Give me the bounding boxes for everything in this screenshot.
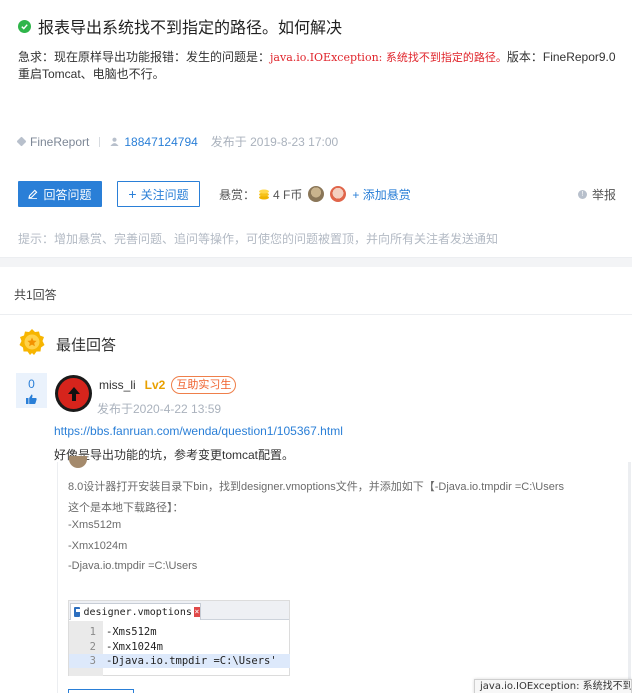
code-text: -Xmx1024m <box>106 641 163 653</box>
editor-tab: designer.vmoptions × <box>70 603 201 620</box>
code-line: 2 -Xmx1024m <box>69 640 290 654</box>
question-header: 报表导出系统找不到指定的路径。如何解决 <box>18 14 342 38</box>
vote-count: 0 <box>28 377 35 391</box>
answer-question-button[interactable]: 回答问题 <box>18 181 102 207</box>
line-number: 1 <box>89 626 96 638</box>
coin-stack-icon <box>259 189 270 199</box>
vote-box[interactable]: 0 <box>16 373 47 408</box>
divider-line <box>0 314 632 315</box>
quoted-button-partial[interactable] <box>68 689 134 693</box>
role-badge: 互助实习生 <box>171 376 237 394</box>
save-file-icon <box>74 607 81 617</box>
arrow-up-icon <box>67 386 80 401</box>
quoted-line: -Xms512m <box>68 519 122 531</box>
best-answer-label: 最佳回答 <box>56 336 117 354</box>
question-title: 报表导出系统找不到指定的路径。如何解决 <box>38 20 343 37</box>
level-badge: Lv2 <box>144 378 166 392</box>
bounty-prefix: 悬赏： <box>219 187 256 202</box>
bounty-user-avatar[interactable] <box>308 186 325 202</box>
quoted-line: -Djava.io.tmpdir =C:\Users <box>68 560 198 572</box>
bounty-user-avatar[interactable] <box>330 186 347 202</box>
editor-tab-label: designer.vmoptions <box>83 606 192 618</box>
answer-link[interactable]: https://bbs.fanruan.com/wenda/question1/… <box>54 424 343 438</box>
bounty-amount: 4 F币 <box>273 187 303 202</box>
pencil-icon <box>28 189 38 199</box>
code-text: -Djava.io.tmpdir =C:\Users' <box>106 655 277 667</box>
question-meta: FineReport 18847124794 发布于 2019-8-23 17:… <box>16 133 339 150</box>
thumbs-up-icon[interactable] <box>26 394 37 404</box>
answerer-avatar[interactable] <box>55 375 92 412</box>
code-line: 3 -Djava.io.tmpdir =C:\Users' <box>69 654 290 668</box>
add-bounty-link[interactable]: + 添加悬赏 <box>352 186 410 203</box>
answer-count: 共1回答 <box>14 288 57 302</box>
line-number: 2 <box>89 641 96 653</box>
code-line: 1 -Xms512m <box>69 625 290 639</box>
question-published-time: 发布于 2019-8-23 17:00 <box>210 135 339 149</box>
question-tag[interactable]: FineReport <box>30 135 89 149</box>
plus-icon: + <box>128 186 137 202</box>
tag-icon <box>16 136 27 147</box>
solved-check-icon <box>18 19 31 33</box>
editor-tab-bar: designer.vmoptions × <box>69 601 289 620</box>
user-icon <box>110 137 119 146</box>
quoted-line: 8.0设计器打开安装目录下bin，找到designer.vmoptions文件，… <box>68 481 565 493</box>
asker-user-id[interactable]: 18847124794 <box>124 135 197 149</box>
line-number: 3 <box>89 655 96 667</box>
answerer-username[interactable]: miss_li <box>99 378 136 392</box>
info-icon: ! <box>577 189 587 199</box>
medal-icon <box>19 329 45 355</box>
error-message: java.io.IOException: 系统找不到指定的路径。 <box>270 51 507 64</box>
tooltip: java.io.IOException: 系统找不到 <box>474 679 632 693</box>
answer-published-time: 发布于2020-4-22 13:59 <box>97 402 222 416</box>
quoted-line: -Xmx1024m <box>68 540 128 552</box>
quoted-content: 8.0设计器打开安装目录下bin，找到designer.vmoptions文件，… <box>57 456 631 693</box>
answer-question-label: 回答问题 <box>43 187 92 202</box>
meta-separator <box>99 136 101 147</box>
body-version: 版本：FineRepor9.0 <box>506 50 616 64</box>
answerer-info: miss_li Lv2 互助实习生 <box>99 376 237 394</box>
question-body-line2: 重启Tomcat、电脑也不行。 <box>18 67 165 81</box>
question-actions: 回答问题 + 关注问题 悬赏： 4 F币 + 添加悬赏 ! 举报 <box>18 180 618 208</box>
code-text: -Xms512m <box>106 626 157 638</box>
report-button[interactable]: ! 举报 <box>577 186 616 203</box>
question-body-line1: 急求：现在原样导出功能报错：发生的问题是：java.io.IOException… <box>18 49 618 66</box>
quoted-line: 这个是本地下载路径】： <box>68 502 184 514</box>
answer-text: 好像是导出功能的坑，参考变更tomcat配置。 <box>54 448 295 462</box>
close-icon: × <box>193 607 200 617</box>
bounty-info: 悬赏： 4 F币 + 添加悬赏 <box>219 186 411 203</box>
report-label: 举报 <box>591 187 616 202</box>
best-answer-header: 最佳回答 <box>18 328 116 360</box>
follow-question-label: 关注问题 <box>140 187 189 202</box>
scrollbar[interactable] <box>628 462 631 693</box>
hint-text: 提示：增加悬赏、完善问题、追问等操作，可使您的问题被置顶，并向所有关注者发送通知 <box>18 232 499 246</box>
quoted-avatar <box>69 456 87 468</box>
question-body: 急求：现在原样导出功能报错：发生的问题是：java.io.IOException… <box>18 49 618 83</box>
editor-screenshot: designer.vmoptions × 1 -Xms512m 2 -Xmx10… <box>68 600 290 676</box>
follow-question-button[interactable]: + 关注问题 <box>117 181 200 207</box>
section-divider <box>0 257 632 267</box>
body-prefix: 急求：现在原样导出功能报错：发生的问题是： <box>18 50 271 64</box>
